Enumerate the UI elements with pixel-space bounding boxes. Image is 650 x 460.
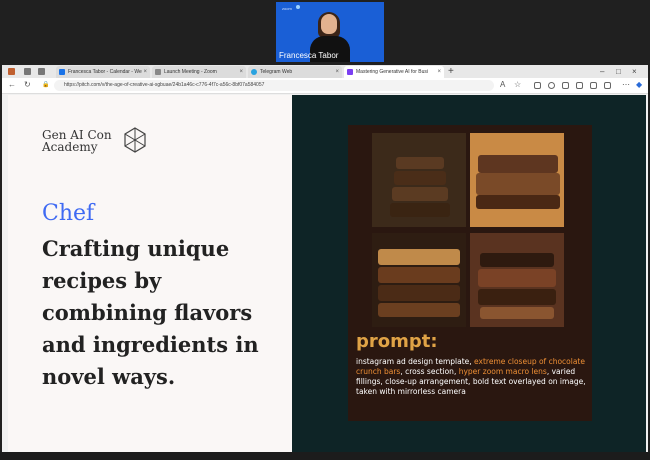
tab-label: Francesca Tabor - Calendar - We [68,69,142,75]
close-window-button[interactable]: × [632,65,637,78]
close-icon[interactable]: × [437,66,441,78]
page-icon [155,69,161,75]
back-icon[interactable]: ← [8,80,16,89]
downloads-icon[interactable] [604,82,611,89]
pitch-icon [347,69,353,75]
mic-icon [296,5,300,9]
telegram-icon [251,69,257,75]
tab-label: Mastering Generative AI for Busi [356,69,428,75]
zoom-logo: zoom [282,6,292,11]
more-menu-icon[interactable]: ⋯ [622,80,630,89]
brand-leaf-icon [124,127,146,153]
chocolate-image-1 [372,133,466,227]
close-icon[interactable]: × [143,66,147,78]
prompt-segment: , cross section, [400,367,459,376]
slide-right-panel: prompt: instagram ad design template, ex… [292,95,646,455]
favorite-icon[interactable]: ☆ [514,80,521,89]
close-icon[interactable]: × [335,66,339,78]
lock-icon: 🔒 [42,82,50,88]
prompt-heading: prompt: [356,331,438,352]
collections-icon[interactable] [590,82,597,89]
tab-calendar[interactable]: Francesca Tabor - Calendar - We × [56,66,150,78]
tab-pitch-presentation[interactable]: Mastering Generative AI for Busi × [344,66,444,78]
chocolate-image-2 [470,133,564,227]
maximize-button[interactable]: □ [616,65,621,78]
minimize-button[interactable]: – [600,65,604,78]
extension-icon[interactable] [534,82,541,89]
role-title: Chef [42,201,95,226]
participant-name: Francesca Tabor [279,51,339,60]
extension-icon[interactable] [548,82,555,89]
prompt-segment: instagram ad design template, [356,357,475,366]
copilot-icon[interactable]: ◆ [636,80,642,89]
url-field[interactable]: https://pitch.com/v/the-age-of-creative-… [54,80,494,91]
split-screen-icon[interactable] [562,82,569,89]
profile-avatar[interactable] [8,68,15,75]
close-icon[interactable]: × [239,66,243,78]
role-description: Crafting unique recipes by combining fla… [42,236,259,389]
brand-name: Gen AI Con Academy [42,129,112,153]
slide-left-panel: Gen AI Con Academy Chef Crafting unique … [8,95,292,455]
read-aloud-icon[interactable]: A [500,80,505,89]
participant-video[interactable]: zoom Francesca Tabor [276,2,384,62]
tab-telegram[interactable]: Telegram Web × [248,66,342,78]
prompt-highlight: hyper zoom macro lens [458,367,547,376]
prompt-text: instagram ad design template, extreme cl… [356,357,586,397]
brand-line-2: Academy [42,140,98,154]
workspaces-icon[interactable] [24,68,31,75]
tab-label: Launch Meeting - Zoom [164,69,217,75]
taskbar [0,452,650,460]
tab-zoom-meeting[interactable]: Launch Meeting - Zoom × [152,66,246,78]
chocolate-image-3 [372,233,466,327]
favorites-icon[interactable] [576,82,583,89]
address-bar-row: ← ↻ 🔒 https://pitch.com/v/the-age-of-cre… [2,78,648,94]
calendar-icon [59,69,65,75]
new-tab-button[interactable]: + [448,65,454,78]
chocolate-image-4 [470,233,564,327]
tab-actions-icon[interactable] [38,68,45,75]
refresh-icon[interactable]: ↻ [24,80,31,89]
tab-strip: Francesca Tabor - Calendar - We × Launch… [2,65,648,78]
participant-face [321,14,337,34]
prompt-card: prompt: instagram ad design template, ex… [348,125,592,421]
tab-label: Telegram Web [260,69,293,75]
